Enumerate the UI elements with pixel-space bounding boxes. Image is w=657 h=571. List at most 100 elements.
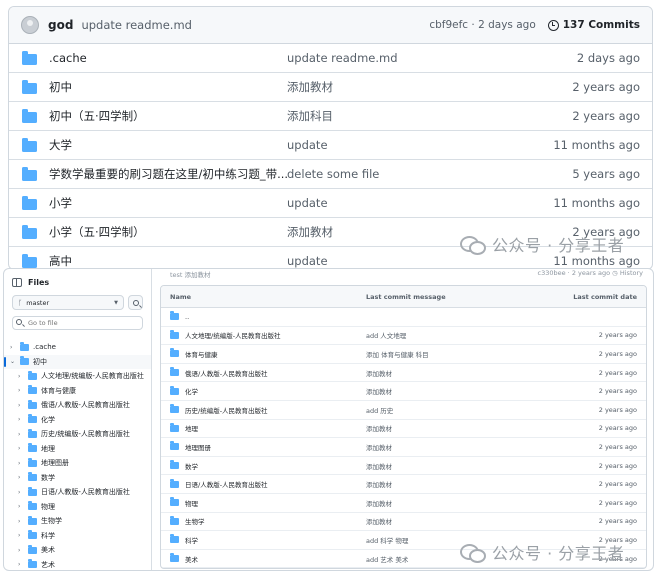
tree-item[interactable]: ⌄ 初中 [4, 354, 151, 369]
chevron-right-icon[interactable]: › [18, 547, 26, 554]
chevron-right-icon[interactable]: › [18, 561, 26, 568]
table-row[interactable]: 俄语/人教版-人民教育出版社 添加教材 2 years ago [161, 364, 646, 383]
commit-message-link[interactable]: 添加 体育与健康 科目 [366, 349, 599, 359]
chevron-right-icon[interactable]: › [18, 387, 26, 394]
tree-item[interactable]: › 体育与健康 [4, 384, 151, 399]
tree-item[interactable]: › 日语/人教版-人民教育出版社 [4, 485, 151, 500]
commit-message-link[interactable]: 添加教材 [366, 516, 599, 526]
folder-commit-info[interactable]: test 添加教材 [170, 269, 211, 279]
chevron-right-icon[interactable]: › [18, 460, 26, 467]
file-name-link[interactable]: .cache [49, 51, 287, 65]
file-name-link[interactable]: 初中（五·四学制） [49, 108, 287, 124]
file-name-link[interactable]: 美术 [185, 554, 366, 564]
tree-item[interactable]: › 美术 [4, 543, 151, 558]
commit-message-link[interactable]: delete some file [287, 167, 572, 181]
commit-message-link[interactable]: 添加教材 [366, 461, 599, 471]
chevron-right-icon[interactable]: › [18, 431, 26, 438]
chevron-right-icon[interactable]: › [18, 518, 26, 525]
file-name-link[interactable]: 学数学最重要的刷习题在这里/初中练习题_带... [49, 166, 287, 182]
tree-item[interactable]: › 科学 [4, 529, 151, 544]
history-link[interactable]: c330bee · 2 years ago ◷ History [538, 269, 643, 277]
file-name-link[interactable]: 数学 [185, 461, 366, 471]
table-row[interactable]: 地理 添加教材 2 years ago [161, 420, 646, 439]
commit-message-link[interactable]: 添加教材 [366, 442, 599, 452]
commits-count-link[interactable]: 137 Commits [563, 19, 640, 31]
sidebar-toggle-icon[interactable] [12, 278, 22, 287]
file-name-link[interactable]: 体育与健康 [185, 349, 366, 359]
table-row[interactable]: 地理图册 添加教材 2 years ago [161, 438, 646, 457]
table-row[interactable]: 日语/人教版-人民教育出版社 添加教材 2 years ago [161, 475, 646, 494]
commit-message-link[interactable]: add 人文地理 [366, 330, 599, 340]
tree-item[interactable]: › 生物学 [4, 514, 151, 529]
file-name-link[interactable]: 小学（五·四学制） [49, 224, 287, 240]
file-name-link[interactable]: 地理 [185, 423, 366, 433]
file-name-link[interactable]: .. [185, 313, 366, 321]
file-name-link[interactable]: 生物学 [185, 516, 366, 526]
chevron-right-icon[interactable]: › [18, 532, 26, 539]
chevron-right-icon[interactable]: › [18, 445, 26, 452]
chevron-right-icon[interactable]: › [18, 503, 26, 510]
file-name-link[interactable]: 地理图册 [185, 442, 366, 452]
chevron-right-icon[interactable]: › [18, 416, 26, 423]
chevron-right-icon[interactable]: › [18, 474, 26, 481]
commit-message-link[interactable]: 添加教材 [366, 479, 599, 489]
commit-message-link[interactable]: add 历史 [366, 405, 599, 415]
table-row[interactable]: 人文地理/统编版-人民教育出版社 add 人文地理 2 years ago [161, 327, 646, 346]
table-row[interactable]: 数学 添加教材 2 years ago [161, 457, 646, 476]
file-name-link[interactable]: 初中 [49, 79, 287, 95]
file-row[interactable]: 大学 update 11 months ago [9, 131, 652, 160]
file-row[interactable]: 初中 添加教材 2 years ago [9, 73, 652, 102]
commit-message[interactable]: update readme.md [81, 18, 192, 32]
tree-item[interactable]: › 俄语/人教版-人民教育出版社 [4, 398, 151, 413]
table-row[interactable]: 体育与健康 添加 体育与健康 科目 2 years ago [161, 345, 646, 364]
file-name-link[interactable]: 俄语/人教版-人民教育出版社 [185, 368, 366, 378]
search-button[interactable] [128, 295, 143, 310]
commit-message-link[interactable]: 添加科目 [287, 108, 572, 124]
branch-select-button[interactable]: ᚴ master ▼ [12, 295, 124, 310]
tree-item[interactable]: › 人文地理/统编版-人民教育出版社 [4, 369, 151, 384]
commit-message-link[interactable]: update readme.md [287, 51, 577, 65]
tree-item[interactable]: › 历史/统编版-人民教育出版社 [4, 427, 151, 442]
avatar[interactable] [21, 16, 39, 34]
tree-item[interactable]: › 艺术 [4, 558, 151, 571]
file-name-link[interactable]: 大学 [49, 137, 287, 153]
table-row[interactable]: 物理 添加教材 2 years ago [161, 494, 646, 513]
chevron-right-icon[interactable]: › [10, 344, 18, 351]
tree-item[interactable]: › 数学 [4, 471, 151, 486]
file-name-link[interactable]: 化学 [185, 386, 366, 396]
table-row[interactable]: .. [161, 308, 646, 327]
file-name-link[interactable]: 日语/人教版-人民教育出版社 [185, 479, 366, 489]
file-row[interactable]: 小学 update 11 months ago [9, 189, 652, 218]
tree-item[interactable]: › 地理图册 [4, 456, 151, 471]
file-row[interactable]: 初中（五·四学制） 添加科目 2 years ago [9, 102, 652, 131]
commit-author[interactable]: god [48, 18, 73, 32]
commit-message-link[interactable]: 添加教材 [366, 423, 599, 433]
chevron-down-icon[interactable]: ⌄ [10, 358, 18, 365]
commit-message-link[interactable]: update [287, 138, 553, 152]
commit-message-link[interactable]: 添加教材 [366, 386, 599, 396]
tree-item[interactable]: › .cache [4, 340, 151, 355]
tree-item[interactable]: › 地理 [4, 442, 151, 457]
commit-message-link[interactable]: update [287, 196, 553, 210]
file-name-link[interactable]: 科学 [185, 535, 366, 545]
file-name-link[interactable]: 高中 [49, 253, 287, 269]
chevron-right-icon[interactable]: › [18, 489, 26, 496]
commit-message-link[interactable]: update [287, 254, 553, 268]
file-row[interactable]: .cache update readme.md 2 days ago [9, 44, 652, 73]
file-name-link[interactable]: 人文地理/统编版-人民教育出版社 [185, 330, 366, 340]
table-row[interactable]: 生物学 添加教材 2 years ago [161, 513, 646, 532]
chevron-right-icon[interactable]: › [18, 373, 26, 380]
table-row[interactable]: 化学 添加教材 2 years ago [161, 382, 646, 401]
file-row[interactable]: 学数学最重要的刷习题在这里/初中练习题_带... delete some file… [9, 160, 652, 189]
tree-item[interactable]: › 物理 [4, 500, 151, 515]
file-name-link[interactable]: 历史/统编版-人民教育出版社 [185, 405, 366, 415]
tree-item[interactable]: › 化学 [4, 413, 151, 428]
file-name-link[interactable]: 小学 [49, 195, 287, 211]
go-to-file-input[interactable] [12, 316, 143, 330]
chevron-right-icon[interactable]: › [18, 402, 26, 409]
table-row[interactable]: 历史/统编版-人民教育出版社 add 历史 2 years ago [161, 401, 646, 420]
commit-message-link[interactable]: 添加教材 [366, 368, 599, 378]
commit-message-link[interactable]: 添加教材 [366, 498, 599, 508]
file-name-link[interactable]: 物理 [185, 498, 366, 508]
commit-message-link[interactable]: 添加教材 [287, 79, 572, 95]
